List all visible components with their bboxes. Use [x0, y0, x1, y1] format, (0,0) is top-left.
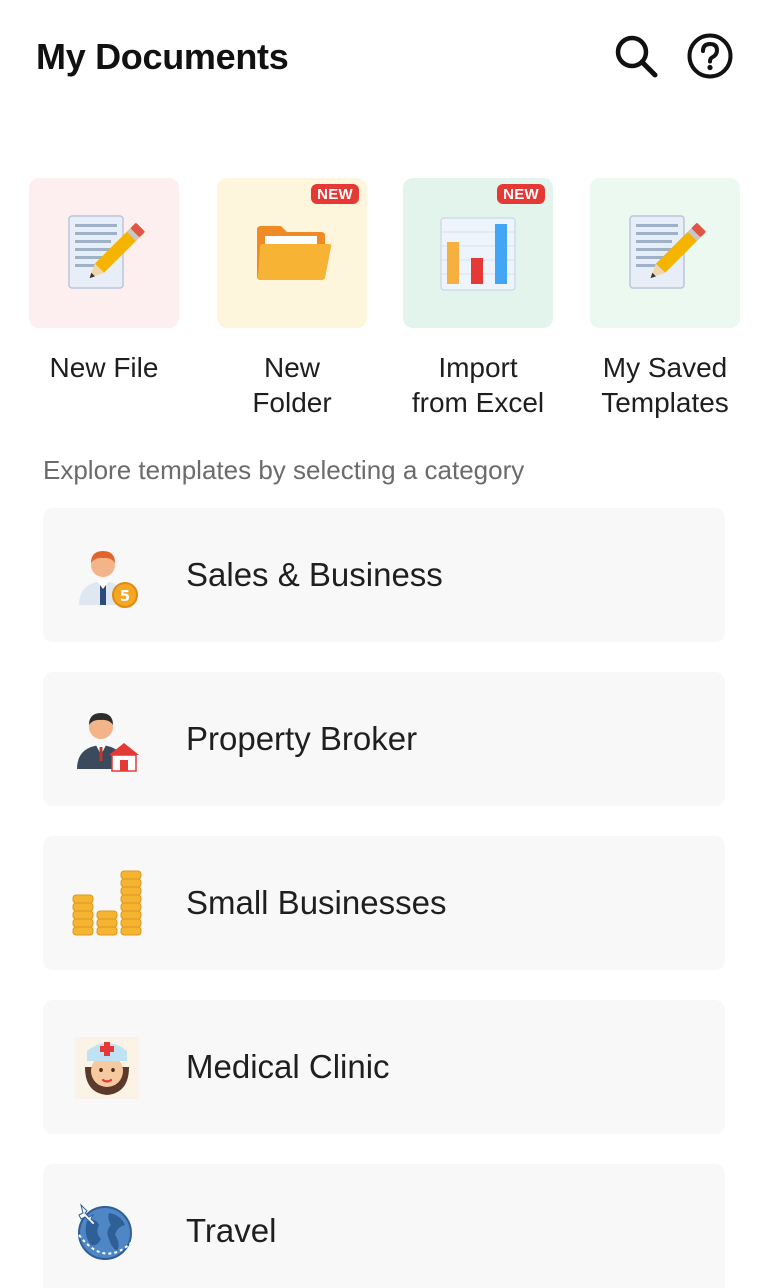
- saved-templates-button[interactable]: My Saved Templates: [590, 178, 740, 420]
- help-button[interactable]: [684, 30, 736, 82]
- help-circle-icon: [687, 33, 733, 79]
- bar-chart-icon: [440, 217, 516, 291]
- new-folder-label: New Folder: [252, 352, 332, 418]
- category-medical-clinic[interactable]: Medical Clinic: [43, 1000, 725, 1134]
- import-excel-tile: NEW: [403, 178, 553, 328]
- new-file-tile: [29, 178, 179, 328]
- category-list: 5 Sales & Business Property Broker Small…: [43, 508, 725, 1288]
- category-label: Sales & Business: [186, 556, 443, 593]
- category-label: Medical Clinic: [186, 1048, 390, 1085]
- explore-caption: Explore templates by selecting a categor…: [43, 455, 525, 485]
- folder-icon: [257, 226, 332, 280]
- category-label: Small Businesses: [186, 884, 447, 921]
- search-icon: [615, 35, 658, 78]
- globe-plane-icon: [78, 1203, 134, 1260]
- saved-templates-tile: [590, 178, 740, 328]
- category-travel[interactable]: Travel: [43, 1164, 725, 1288]
- new-badge: NEW: [497, 184, 545, 204]
- category-sales-business[interactable]: 5 Sales & Business: [43, 508, 725, 642]
- businessman-coin-icon: 5: [79, 551, 138, 608]
- new-folder-button[interactable]: NEW New Folder: [217, 178, 367, 420]
- coin-stacks-icon: [72, 870, 142, 936]
- page-title: My Documents: [36, 36, 289, 77]
- new-folder-tile: NEW: [217, 178, 367, 328]
- category-small-businesses[interactable]: Small Businesses: [43, 836, 725, 970]
- document-pencil-icon: [629, 215, 707, 289]
- category-label: Property Broker: [186, 720, 418, 757]
- search-button[interactable]: [610, 30, 662, 82]
- document-pencil-icon: [68, 215, 146, 289]
- import-excel-label: Import from Excel: [411, 352, 545, 418]
- new-file-button[interactable]: New File: [29, 178, 179, 385]
- saved-templates-label: My Saved Templates: [601, 352, 729, 418]
- nurse-icon: [75, 1037, 139, 1099]
- broker-house-icon: [77, 713, 139, 772]
- category-label: Travel: [186, 1212, 277, 1249]
- svg-text:5: 5: [120, 587, 130, 605]
- new-badge: NEW: [311, 184, 359, 204]
- new-file-label: New File: [49, 352, 159, 383]
- import-excel-button[interactable]: NEW Import from Excel: [403, 178, 553, 420]
- app-header: My Documents: [0, 0, 768, 120]
- category-property-broker[interactable]: Property Broker: [43, 672, 725, 806]
- quick-actions: New File NEW New Folder NEW Import from …: [0, 178, 768, 428]
